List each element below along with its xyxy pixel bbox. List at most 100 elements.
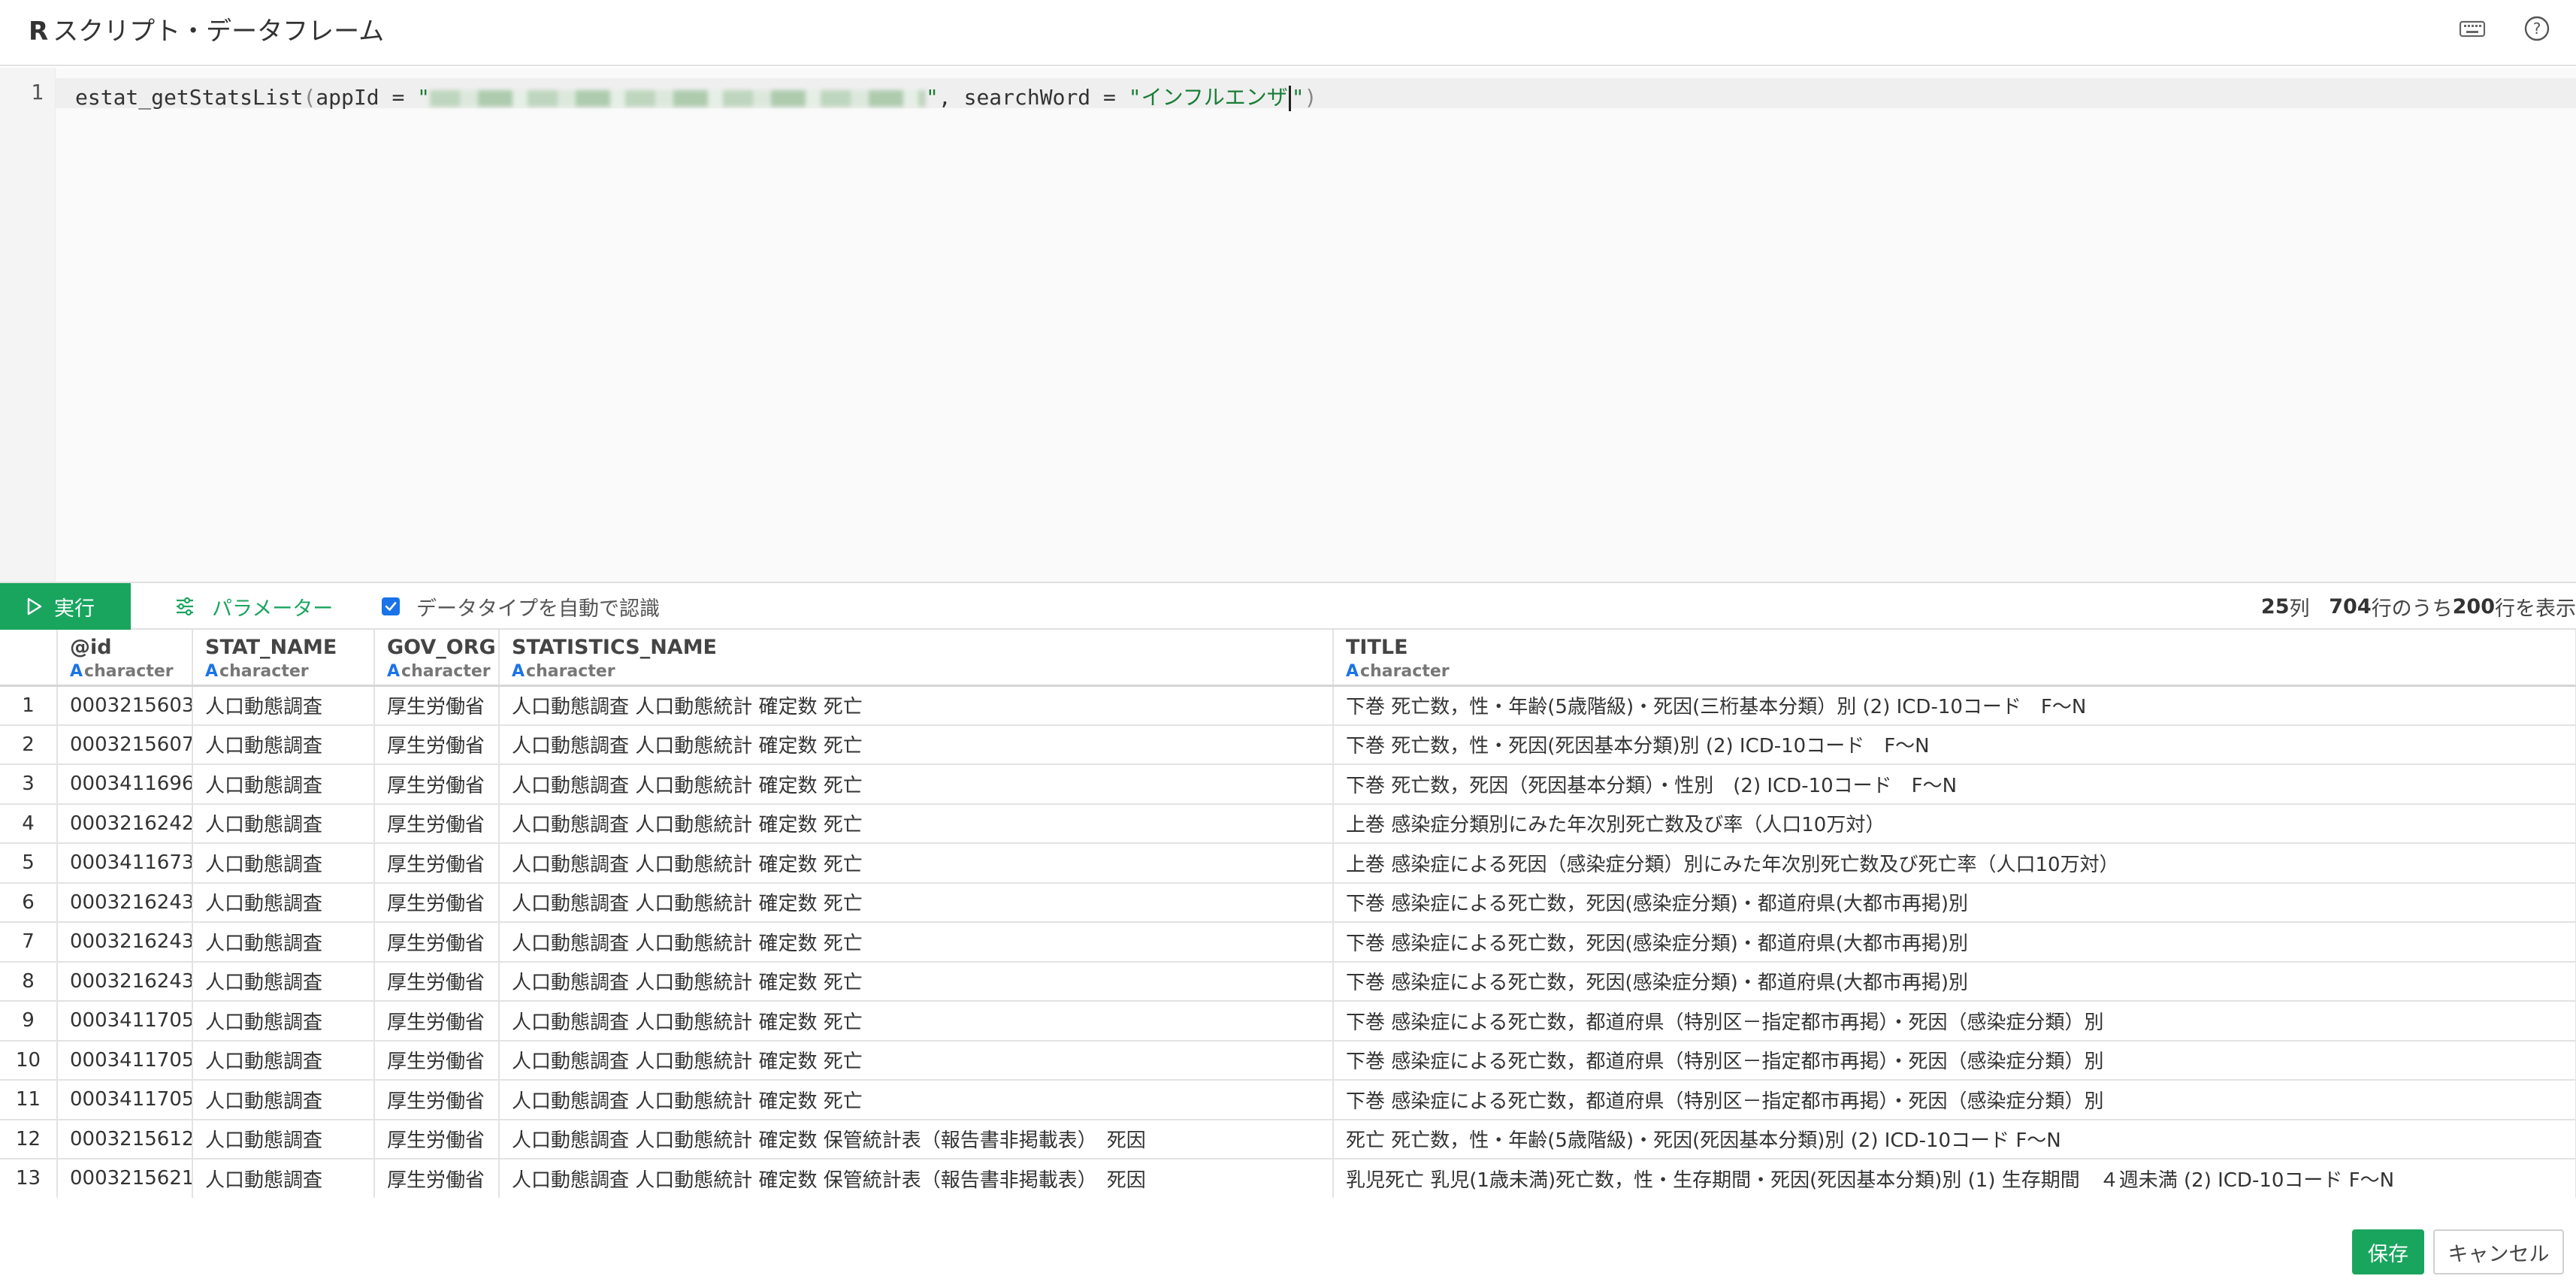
table-cell[interactable]: 厚生労働省 <box>374 724 500 765</box>
table-cell[interactable]: 人口動態調査 人口動態統計 確定数 死亡 <box>499 882 1334 923</box>
table-row[interactable]: 13 0003215621 人口動態調査 厚生労働省 人口動態調査 人口動態統計 確定数… <box>0 1159 2576 1198</box>
data-table-container[interactable]: @id Acharacter STAT_NAME Acharacter GOV_OR… <box>0 630 2576 1198</box>
table-cell[interactable]: 0003215603 <box>57 685 193 726</box>
table-cell[interactable]: 厚生労働省 <box>374 922 500 963</box>
table-cell[interactable]: 人口動態調査 <box>192 764 375 805</box>
table-cell[interactable]: 人口動態調査 <box>192 1080 375 1120</box>
table-cell[interactable]: 人口動態調査 <box>192 1119 375 1160</box>
table-cell[interactable]: 人口動態調査 人口動態統計 確定数 死亡 <box>499 685 1334 726</box>
table-cell[interactable]: 人口動態調査 <box>192 882 375 923</box>
table-row[interactable]: 9 0003411705 人口動態調査 厚生労働省 人口動態調査 人口動態統計 確定数 … <box>0 1001 2576 1042</box>
table-cell[interactable]: 人口動態調査 人口動態統計 確定数 死亡 <box>499 724 1334 765</box>
table-cell[interactable]: 0003215612 <box>57 1119 193 1160</box>
table-cell[interactable]: 下巻 感染症による死亡数，都道府県（特別区－指定都市再掲）・死因（感染症分類）別 <box>1333 1040 2576 1081</box>
table-row[interactable]: 6 0003216243 人口動態調査 厚生労働省 人口動態調査 人口動態統計 確定数 … <box>0 882 2576 923</box>
table-cell[interactable]: 死亡 死亡数，性・年齢(5歳階級)・死因(死因基本分類)別 (2) ICD-10… <box>1333 1119 2576 1160</box>
keyboard-icon[interactable] <box>2457 14 2487 44</box>
table-row[interactable]: 11 0003411705 人口動態調査 厚生労働省 人口動態調査 人口動態統計 確定数… <box>0 1080 2576 1120</box>
run-button[interactable]: 実行 <box>0 583 131 630</box>
table-cell[interactable]: 厚生労働省 <box>374 1080 500 1120</box>
table-cell[interactable]: 人口動態調査 人口動態統計 確定数 死亡 <box>499 764 1334 805</box>
table-cell[interactable]: 人口動態調査 <box>192 685 375 726</box>
table-cell[interactable]: 厚生労働省 <box>374 843 500 884</box>
table-cell[interactable]: 0003411705 <box>57 1080 193 1120</box>
table-cell[interactable]: 人口動態調査 人口動態統計 確定数 死亡 <box>499 1001 1334 1042</box>
table-cell[interactable]: 下巻 感染症による死亡数，死因(感染症分類)・都道府県(大都市再掲)別 <box>1333 922 2576 963</box>
table-cell[interactable]: 厚生労働省 <box>374 1040 500 1081</box>
table-cell[interactable]: 人口動態調査 <box>192 724 375 765</box>
column-header[interactable]: TITLE Acharacter <box>1333 630 2576 687</box>
table-cell[interactable]: 人口動態調査 人口動態統計 確定数 死亡 <box>499 843 1334 884</box>
table-cell[interactable]: 0003411673 <box>57 843 193 884</box>
table-cell[interactable]: 下巻 感染症による死亡数，都道府県（特別区－指定都市再掲）・死因（感染症分類）別 <box>1333 1001 2576 1042</box>
table-cell[interactable]: 0003215607 <box>57 724 193 765</box>
row-number: 9 <box>0 1001 58 1042</box>
column-header[interactable]: STATISTICS_NAME Acharacter <box>499 630 1334 687</box>
table-row[interactable]: 4 0003216242 人口動態調査 厚生労働省 人口動態調査 人口動態統計 確定数 … <box>0 803 2576 844</box>
table-cell[interactable]: 人口動態調査 <box>192 843 375 884</box>
row-number: 5 <box>0 843 58 884</box>
table-cell[interactable]: 下巻 感染症による死亡数，死因(感染症分類)・都道府県(大都市再掲)別 <box>1333 961 2576 1002</box>
table-cell[interactable]: 0003411696 <box>57 764 193 805</box>
table-cell[interactable]: 上巻 感染症による死因（感染症分類）別にみた年次別死亡数及び死亡率（人口10万対… <box>1333 843 2576 884</box>
table-cell[interactable]: 人口動態調査 人口動態統計 確定数 保管統計表（報告書非掲載表） 死因 <box>499 1119 1334 1160</box>
column-type: Acharacter <box>1346 662 2574 681</box>
table-row[interactable]: 10 0003411705 人口動態調査 厚生労働省 人口動態調査 人口動態統計 確定数… <box>0 1040 2576 1081</box>
table-cell[interactable]: 厚生労働省 <box>374 1159 500 1198</box>
table-row[interactable]: 5 0003411673 人口動態調査 厚生労働省 人口動態調査 人口動態統計 確定数 … <box>0 843 2576 884</box>
table-cell[interactable]: 厚生労働省 <box>374 685 500 726</box>
save-button[interactable]: 保存 <box>2352 1229 2424 1274</box>
table-cell[interactable]: 下巻 感染症による死亡数，死因(感染症分類)・都道府県(大都市再掲)別 <box>1333 882 2576 923</box>
table-cell[interactable]: 上巻 感染症分類別にみた年次別死亡数及び率（人口10万対） <box>1333 803 2576 844</box>
table-cell[interactable]: 人口動態調査 <box>192 803 375 844</box>
table-cell[interactable]: 人口動態調査 <box>192 1001 375 1042</box>
table-cell[interactable]: 人口動態調査 人口動態統計 確定数 死亡 <box>499 922 1334 963</box>
table-cell[interactable]: 0003411705 <box>57 1040 193 1081</box>
table-cell[interactable]: 下巻 感染症による死亡数，都道府県（特別区－指定都市再掲）・死因（感染症分類）別 <box>1333 1080 2576 1120</box>
code-line[interactable]: estat_getStatsList(appId = " ", searchWor… <box>75 81 1317 111</box>
table-cell[interactable]: 0003216243 <box>57 882 193 923</box>
table-cell[interactable]: 下巻 死亡数，死因（死因基本分類）・性別 (2) ICD-10コード F〜N <box>1333 764 2576 805</box>
auto-detect-checkbox[interactable] <box>382 597 400 615</box>
table-cell[interactable]: 人口動態調査 人口動態統計 確定数 死亡 <box>499 803 1334 844</box>
table-cell[interactable]: 人口動態調査 <box>192 961 375 1002</box>
table-cell[interactable]: 厚生労働省 <box>374 764 500 805</box>
table-cell[interactable]: 人口動態調査 人口動態統計 確定数 死亡 <box>499 1080 1334 1120</box>
table-cell[interactable]: 厚生労働省 <box>374 803 500 844</box>
sliders-icon <box>177 597 193 616</box>
table-cell[interactable]: 厚生労働省 <box>374 1001 500 1042</box>
table-row[interactable]: 3 0003411696 人口動態調査 厚生労働省 人口動態調査 人口動態統計 確定数 … <box>0 764 2576 805</box>
table-cell[interactable]: 人口動態調査 人口動態統計 確定数 保管統計表（報告書非掲載表） 死因 <box>499 1159 1334 1198</box>
table-cell[interactable]: 下巻 死亡数，性・年齢(5歳階級)・死因(三桁基本分類）別 (2) ICD-10… <box>1333 685 2576 726</box>
parameters-button[interactable]: パラメーター <box>174 583 333 630</box>
table-cell[interactable]: 人口動態調査 <box>192 1159 375 1198</box>
table-cell[interactable]: 0003216242 <box>57 803 193 844</box>
table-cell[interactable]: 0003216243 <box>57 922 193 963</box>
table-cell[interactable]: 人口動態調査 人口動態統計 確定数 死亡 <box>499 961 1334 1002</box>
table-row[interactable]: 7 0003216243 人口動態調査 厚生労働省 人口動態調査 人口動態統計 確定数 … <box>0 922 2576 963</box>
table-cell[interactable]: 乳児死亡 乳児(1歳未満)死亡数，性・生存期間・死因(死因基本分類)別 (1) … <box>1333 1159 2576 1198</box>
code-editor[interactable]: 1 estat_getStatsList(appId = " ", searchW… <box>0 68 2576 582</box>
column-header[interactable]: STAT_NAME Acharacter <box>192 630 375 687</box>
table-cell[interactable]: 0003216243 <box>57 961 193 1002</box>
column-count: 25 <box>2260 594 2290 618</box>
auto-detect-type-toggle[interactable]: データタイプを自動で認識 <box>382 583 660 630</box>
table-cell[interactable]: 0003411705 <box>57 1001 193 1042</box>
table-row[interactable]: 1 0003215603 人口動態調査 厚生労働省 人口動態調査 人口動態統計 確定数 … <box>0 685 2576 726</box>
column-header[interactable]: @id Acharacter <box>57 630 193 687</box>
table-cell[interactable]: 厚生労働省 <box>374 961 500 1002</box>
table-cell[interactable]: 厚生労働省 <box>374 1119 500 1160</box>
table-cell[interactable]: 人口動態調査 <box>192 1040 375 1081</box>
column-header[interactable]: GOV_ORG Acharacter <box>374 630 500 687</box>
table-row[interactable]: 12 0003215612 人口動態調査 厚生労働省 人口動態調査 人口動態統計 確定数… <box>0 1119 2576 1160</box>
table-cell[interactable]: 人口動態調査 人口動態統計 確定数 死亡 <box>499 1040 1334 1081</box>
table-row[interactable]: 2 0003215607 人口動態調査 厚生労働省 人口動態調査 人口動態統計 確定数 … <box>0 724 2576 765</box>
cancel-button[interactable]: キャンセル <box>2433 1229 2564 1274</box>
table-row[interactable]: 8 0003216243 人口動態調査 厚生労働省 人口動態調査 人口動態統計 確定数 … <box>0 961 2576 1002</box>
table-cell[interactable]: 人口動態調査 <box>192 922 375 963</box>
help-icon[interactable]: ? <box>2522 14 2552 44</box>
table-cell[interactable]: 下巻 死亡数，性・死因(死因基本分類)別 (2) ICD-10コード F〜N <box>1333 724 2576 765</box>
row-number: 6 <box>0 882 58 923</box>
table-cell[interactable]: 0003215621 <box>57 1159 193 1198</box>
table-cell[interactable]: 厚生労働省 <box>374 882 500 923</box>
